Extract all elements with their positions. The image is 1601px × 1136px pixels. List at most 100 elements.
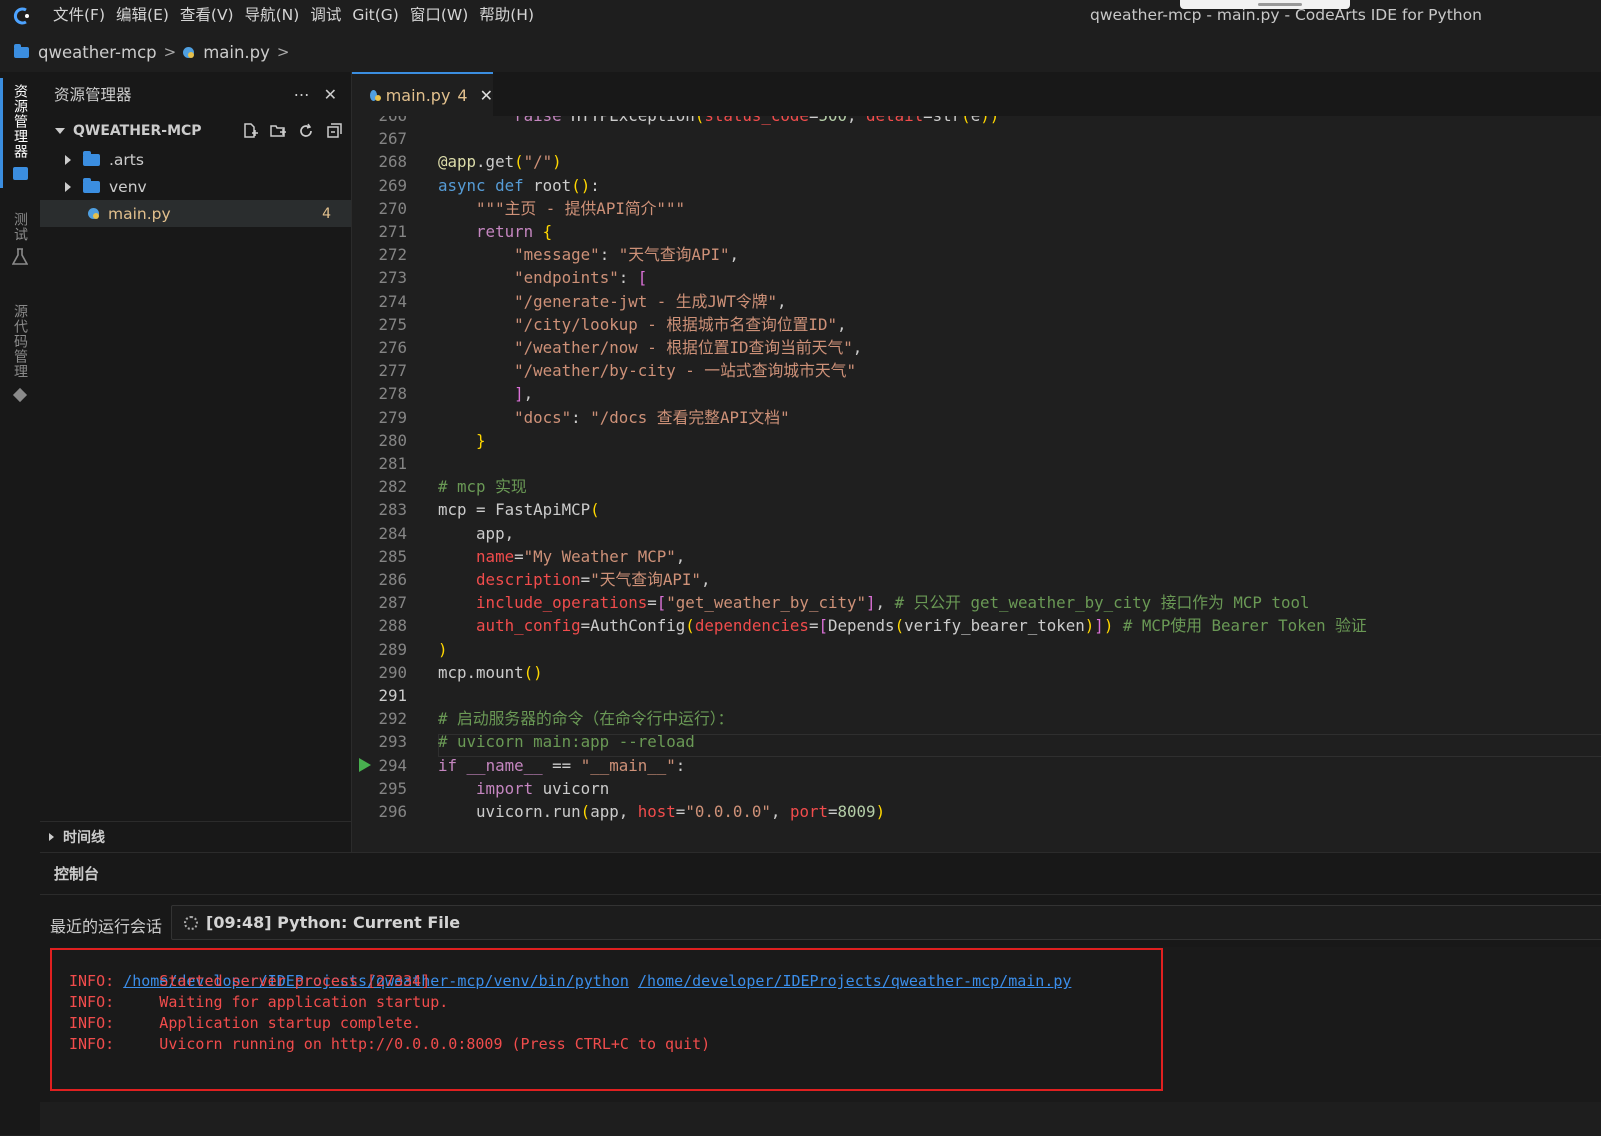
menu-view[interactable]: 查看(V) xyxy=(180,0,245,32)
menu-help[interactable]: 帮助(H) xyxy=(479,0,545,32)
timeline-section[interactable]: 时间线 xyxy=(40,821,351,852)
console-output-line: INFO: Application startup complete. xyxy=(69,1014,422,1032)
line-number: 269 xyxy=(378,175,407,195)
tree-item-venv[interactable]: venv xyxy=(40,173,351,200)
activity-test[interactable]: 测试 xyxy=(0,212,40,266)
python-file-icon xyxy=(183,46,195,58)
menu-debug[interactable]: 调试 xyxy=(310,0,352,32)
menu-edit[interactable]: 编辑(E) xyxy=(116,0,180,32)
line-number: 287 xyxy=(378,593,407,613)
explorer-sidebar: 资源管理器 ⋯ ✕ QWEATHER-MCP .arts venv main.p… xyxy=(40,72,351,852)
code-text: "/weather/by-city - 一站式查询城市天气" xyxy=(514,361,856,381)
menu-navigate[interactable]: 导航(N) xyxy=(245,0,311,32)
code-area[interactable]: 266 raise HTTPException(status_code=500,… xyxy=(352,116,1601,852)
line-number: 273 xyxy=(378,268,407,288)
new-file-icon[interactable] xyxy=(241,122,259,140)
line-number: 296 xyxy=(378,802,407,821)
problem-count-badge: 4 xyxy=(322,205,331,222)
run-session-selector[interactable]: [09:48] Python: Current File xyxy=(171,905,1601,940)
console-output-line: INFO: Started server process [27334] xyxy=(69,972,431,990)
code-text: "message": "天气查询API", xyxy=(514,245,739,265)
recent-sessions-label: 最近的运行会话 xyxy=(50,917,163,936)
console-input-area[interactable] xyxy=(40,1102,1601,1136)
code-text: "/weather/now - 根据位置ID查询当前天气", xyxy=(514,338,863,357)
tree-item-label: main.py xyxy=(108,204,171,223)
python-file-icon xyxy=(88,208,99,219)
line-number: 278 xyxy=(378,384,407,404)
activity-bar: 资源管理器 测试 源代码管理 xyxy=(0,72,41,1135)
code-text: import uvicorn xyxy=(476,778,610,798)
chevron-down-icon xyxy=(55,128,65,134)
chevron-right-icon xyxy=(65,154,71,165)
code-text: uvicorn.run(app, host="0.0.0.0", port=80… xyxy=(438,802,886,821)
line-number: 290 xyxy=(378,662,407,682)
code-text: "/generate-jwt - 生成JWT令牌", xyxy=(514,291,787,311)
tab-main-py[interactable]: main.py 4 ✕ xyxy=(352,72,493,116)
refresh-icon[interactable] xyxy=(297,122,315,140)
line-number: 268 xyxy=(378,152,407,172)
run-gutter-icon[interactable] xyxy=(359,757,371,772)
chevron-right-icon: > xyxy=(276,43,290,61)
close-icon[interactable]: ✕ xyxy=(480,86,493,105)
activity-explorer[interactable]: 资源管理器 xyxy=(0,84,40,180)
line-number: 279 xyxy=(378,407,407,427)
sidebar-header: 资源管理器 ⋯ ✕ xyxy=(40,72,351,116)
script-path-link[interactable]: /home/developer/IDEProjects/qweather-mcp… xyxy=(638,972,1071,990)
beaker-icon xyxy=(12,248,28,265)
code-text: # uvicorn main:app --reload xyxy=(438,732,695,752)
line-number: 285 xyxy=(378,546,407,566)
line-number: 295 xyxy=(378,778,407,798)
activity-scm-label: 源代码管理 xyxy=(12,304,28,379)
breadcrumb-project[interactable]: qweather-mcp xyxy=(38,43,157,62)
activity-scm[interactable]: 源代码管理 xyxy=(0,304,40,403)
console-output[interactable]: /home/developer/IDEProjects/qweather-mcp… xyxy=(50,947,1601,1102)
loading-spinner-icon xyxy=(184,915,198,930)
folder-icon xyxy=(83,150,100,166)
line-number: 274 xyxy=(378,291,407,311)
menu-bar: 文件(F) 编辑(E) 查看(V) 导航(N) 调试 Git(G) 窗口(W) … xyxy=(53,0,545,32)
line-number: 266 xyxy=(352,116,407,127)
menu-window[interactable]: 窗口(W) xyxy=(410,0,479,32)
line-number: 267 xyxy=(378,129,407,149)
menu-file[interactable]: 文件(F) xyxy=(53,0,116,32)
code-text: @app.get("/") xyxy=(438,152,562,172)
code-text: """主页 - 提供API简介""" xyxy=(476,198,685,218)
more-actions-icon[interactable]: ⋯ xyxy=(294,85,310,104)
chevron-right-icon xyxy=(49,833,54,841)
line-number: 293 xyxy=(378,732,407,752)
code-editor: main.py 4 ✕ 266 raise HTTPException(stat… xyxy=(351,72,1601,852)
tab-label: main.py xyxy=(385,85,451,105)
code-text: include_operations=["get_weather_by_city… xyxy=(476,593,1310,613)
line-number: 271 xyxy=(378,222,407,241)
tab-problem-badge: 4 xyxy=(457,85,468,105)
menubar: 文件(F) 编辑(E) 查看(V) 导航(N) 调试 Git(G) 窗口(W) … xyxy=(0,0,1601,32)
code-text: "/city/lookup - 根据城市名查询位置ID", xyxy=(514,314,847,334)
tree-item-label: venv xyxy=(109,177,147,196)
tree-item-main-py[interactable]: main.py 4 xyxy=(40,200,351,227)
sidebar-title: 资源管理器 xyxy=(54,86,132,104)
breadcrumb-file[interactable]: main.py xyxy=(203,43,270,62)
code-text: ], xyxy=(514,384,534,404)
code-text: ) xyxy=(438,639,448,659)
line-number: 289 xyxy=(378,639,407,659)
code-text: description="天气查询API", xyxy=(476,570,711,589)
line-number: 292 xyxy=(378,709,407,729)
collapse-all-icon[interactable] xyxy=(325,122,343,140)
project-root[interactable]: QWEATHER-MCP xyxy=(40,116,351,146)
line-number: 276 xyxy=(378,338,407,357)
code-text: auth_config=AuthConfig(dependencies=[Dep… xyxy=(476,616,1367,636)
console-command-line: /home/developer/IDEProjects/qweather-mcp… xyxy=(69,950,1071,990)
project-name: QWEATHER-MCP xyxy=(73,123,202,139)
breadcrumb: qweather-mcp > main.py > xyxy=(0,32,1601,72)
menu-git[interactable]: Git(G) xyxy=(352,0,410,32)
tree-item-arts[interactable]: .arts xyxy=(40,146,351,173)
console-output-line: INFO: Uvicorn running on http://0.0.0.0:… xyxy=(69,1035,711,1053)
code-text: if __name__ == "__main__": xyxy=(438,755,686,775)
window-drag-handle[interactable] xyxy=(1180,0,1350,9)
close-icon[interactable]: ✕ xyxy=(324,85,337,104)
code-text: async def root(): xyxy=(438,175,600,195)
new-folder-icon[interactable] xyxy=(269,122,287,140)
console-output-line: INFO: Waiting for application startup. xyxy=(69,993,449,1011)
code-text: return { xyxy=(476,222,553,241)
folder-icon xyxy=(83,177,100,193)
